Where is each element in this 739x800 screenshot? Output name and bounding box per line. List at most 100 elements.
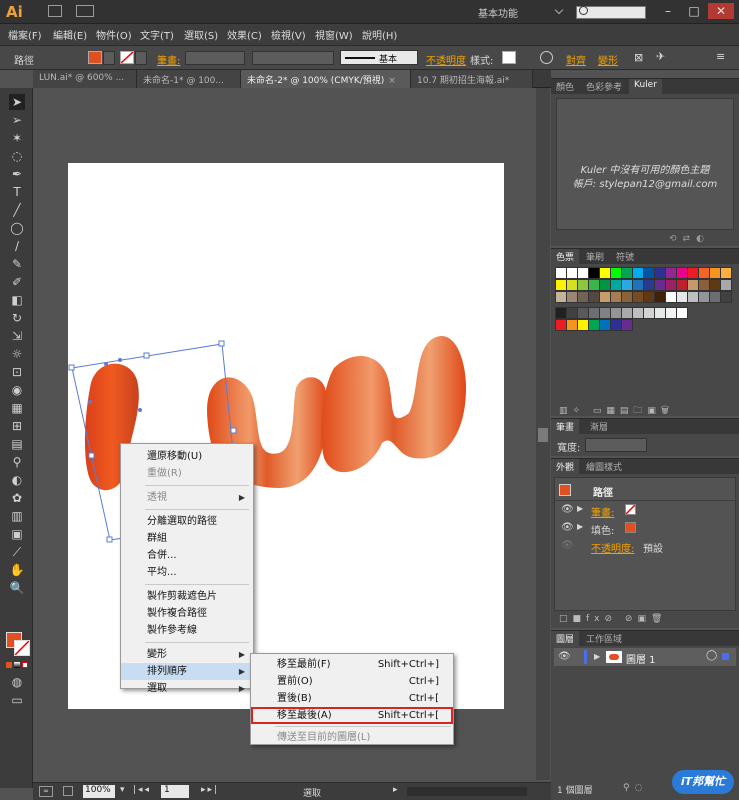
context-menu-item[interactable]: 排列順序 ▶ (121, 663, 253, 680)
layer-selected-indicator[interactable] (722, 653, 729, 660)
context-menu-item[interactable]: 群組 (121, 530, 253, 547)
bridge-icon[interactable] (48, 5, 62, 17)
arrange-submenu-item[interactable]: 移至最前(F) Shift+Ctrl+] (251, 656, 453, 673)
ellipse-tool-icon[interactable]: ◯ (9, 220, 25, 236)
first-prev-artboard-icons[interactable]: |◂◂ (133, 785, 151, 795)
opacity-label-link[interactable]: 不透明度 (426, 52, 466, 67)
kuler-footer-icons[interactable]: ⟲⇄◐ (669, 234, 710, 244)
layer-expand-arrow-icon[interactable]: ▶ (594, 652, 600, 661)
context-menu-item[interactable]: 平均... (121, 564, 253, 581)
menu-window[interactable]: 視窗(W) (315, 27, 353, 42)
shape-builder-tool-icon[interactable]: ◉ (9, 382, 25, 398)
zoom-tool-icon[interactable]: 🔍 (9, 580, 25, 596)
align-label-link[interactable]: 對齊 (566, 52, 586, 67)
context-menu-item[interactable]: 還原移動(U) (121, 448, 253, 465)
color-swatch[interactable] (621, 319, 633, 331)
layer-visibility-eye-icon[interactable]: 👁 (558, 651, 571, 662)
workspace-chevron-icon[interactable] (554, 5, 564, 15)
appearance-fill-swatch[interactable] (625, 522, 636, 533)
mesh-tool-icon[interactable]: ⊞ (9, 418, 25, 434)
tab-graphic-styles[interactable]: 繪圖樣式 (581, 459, 627, 474)
tab-brushes[interactable]: 筆刷 (581, 249, 609, 264)
arrange-documents-icon[interactable] (76, 5, 94, 17)
context-menu-item[interactable]: 製作複合路徑 (121, 605, 253, 622)
cc-sync-icon[interactable]: ∞ (39, 786, 53, 797)
tab-artboards[interactable]: 工作區域 (581, 631, 627, 646)
menu-effect[interactable]: 效果(C) (227, 27, 262, 42)
tab-layers[interactable]: 圖層 (551, 631, 580, 646)
stroke-weight-field[interactable] (185, 51, 245, 65)
stroke-weight-input[interactable] (585, 438, 647, 452)
artboard-tool-icon[interactable]: ▣ (9, 526, 25, 542)
doc-tab-poster[interactable]: 10.7 期初招生海報.ai* (411, 70, 533, 88)
swatch-grid[interactable] (555, 267, 735, 399)
stroke-swatch[interactable] (120, 51, 134, 64)
stroke-label-link[interactable]: 筆畫: (157, 52, 180, 67)
context-menu-item[interactable]: 製作剪裁遮色片 (121, 588, 253, 605)
menu-help[interactable]: 說明(H) (362, 27, 397, 42)
menu-select[interactable]: 選取(S) (184, 27, 218, 42)
tab-gradient[interactable]: 漸層 (585, 419, 613, 434)
swatches-footer-icons[interactable]: ▥✧ ▭▦▤🗀▣🗑 (559, 403, 674, 419)
context-menu-item[interactable]: 變形 ▶ (121, 646, 253, 663)
fill-dropdown[interactable] (103, 51, 115, 65)
layer-name[interactable]: 圖層 1 (626, 651, 656, 666)
brush-dropdown[interactable]: 基本 (340, 50, 418, 65)
visibility-eye-icon[interactable]: 👁 (561, 504, 574, 515)
type-tool-icon[interactable]: T (9, 184, 25, 200)
menu-edit[interactable]: 編輯(E) (53, 27, 87, 42)
graphic-style-swatch[interactable] (502, 51, 516, 64)
expand-arrow-icon[interactable]: ▶ (577, 504, 583, 513)
context-menu-item[interactable]: 合併... (121, 547, 253, 564)
warp-tool-icon[interactable]: ☼ (9, 346, 25, 362)
perspective-grid-tool-icon[interactable]: ▦ (9, 400, 25, 416)
context-menu-item[interactable]: 製作參考線 (121, 622, 253, 639)
stroke-dropdown[interactable] (135, 51, 147, 65)
recolor-icon[interactable] (540, 51, 553, 64)
pen-tool-icon[interactable]: ✒ (9, 166, 25, 182)
appearance-opacity-link[interactable]: 不透明度: (591, 540, 634, 555)
magic-wand-tool-icon[interactable]: ✶ (9, 130, 25, 146)
free-transform-tool-icon[interactable]: ⊡ (9, 364, 25, 380)
pencil-tool-icon[interactable]: ✎ (9, 256, 25, 272)
menu-type[interactable]: 文字(T) (140, 27, 174, 42)
visibility-eye-icon[interactable]: 👁 (561, 522, 574, 533)
hand-tool-icon[interactable]: ✋ (9, 562, 25, 578)
doc-tab-untitled-1[interactable]: 未命名-1* @ 100... (137, 70, 241, 88)
context-menu-item[interactable]: 分離選取的路徑 (121, 513, 253, 530)
menu-view[interactable]: 檢視(V) (271, 27, 306, 42)
workspace-switcher[interactable]: 基本功能 (478, 5, 546, 20)
doc-tab-lun[interactable]: LUN.ai* @ 600% ... (33, 70, 137, 88)
symbol-sprayer-tool-icon[interactable]: ✿ (9, 490, 25, 506)
blob-brush-tool-icon[interactable]: ✐ (9, 274, 25, 290)
eyedropper-tool-icon[interactable]: ⚲ (9, 454, 25, 470)
appearance-footer-icons[interactable]: □■fx⊘ ⊘▣🗑 (559, 614, 667, 624)
tab-appearance[interactable]: 外觀 (551, 459, 580, 474)
color-swatch[interactable] (720, 279, 732, 291)
scale-tool-icon[interactable]: ⇲ (9, 328, 25, 344)
zoom-dropdown-icon[interactable]: ▾ (120, 785, 125, 795)
context-menu-item[interactable]: 選取 ▶ (121, 680, 253, 697)
arrange-submenu-item[interactable]: 移至最後(A) Shift+Ctrl+[ (251, 707, 453, 724)
menu-object[interactable]: 物件(O) (96, 27, 132, 42)
tab-swatches[interactable]: 色票 (551, 249, 580, 264)
arrange-submenu-item[interactable]: 置後(B) Ctrl+[ (251, 690, 453, 707)
zoom-field[interactable]: 100% (83, 785, 115, 798)
vertical-scrollbar[interactable] (536, 88, 550, 780)
color-swatch[interactable] (720, 267, 732, 279)
color-swatch[interactable] (720, 291, 732, 303)
options-icon[interactable]: ✈ (656, 50, 665, 63)
line-tool-icon[interactable]: ╱ (9, 202, 25, 218)
appearance-stroke-swatch[interactable] (625, 504, 636, 515)
direct-selection-tool-icon[interactable]: ➢ (9, 112, 25, 128)
graph-tool-icon[interactable]: ▥ (9, 508, 25, 524)
layers-footer-icons[interactable]: ⚲◌ (623, 783, 647, 793)
maximize-button[interactable]: □ (681, 3, 707, 19)
color-mode-icons[interactable] (6, 662, 28, 670)
fill-swatch[interactable] (88, 51, 102, 64)
letter-w-shape[interactable] (321, 336, 466, 473)
transform-label-link[interactable]: 變形 (598, 52, 618, 67)
slice-tool-icon[interactable]: ⟋ (9, 544, 25, 560)
color-swatch[interactable] (676, 307, 688, 319)
doc-tab-untitled-2[interactable]: 未命名-2* @ 100% (CMYK/預視) × (241, 70, 411, 88)
